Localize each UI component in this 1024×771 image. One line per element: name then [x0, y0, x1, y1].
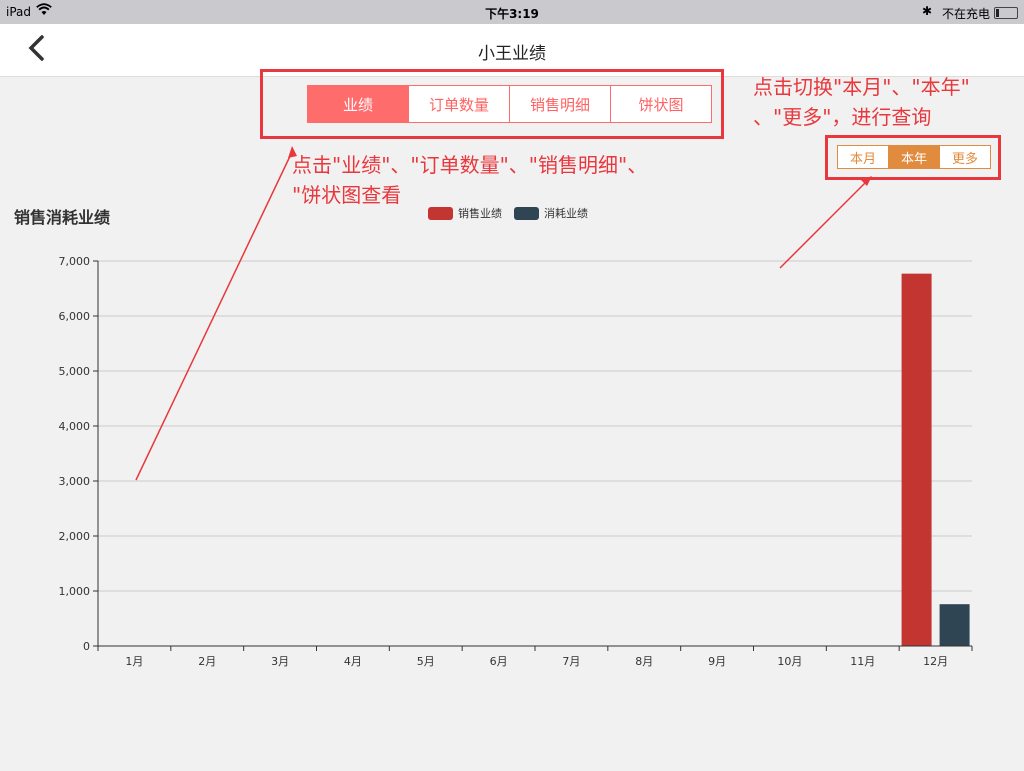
x-tick-label: 2月 [198, 655, 216, 668]
tab-this-month[interactable]: 本月 [837, 145, 889, 169]
y-tick-label: 1,000 [59, 585, 91, 598]
bar-sales-12 [901, 273, 932, 646]
tab-sales-detail[interactable]: 销售明细 [509, 85, 611, 123]
status-bar: iPad 下午3:19 ✱ 不在充电 [0, 0, 1024, 24]
x-tick-label: 6月 [490, 655, 508, 668]
tab-order-count[interactable]: 订单数量 [408, 85, 510, 123]
period-hint-line2: 、"更多"，进行查询 [753, 105, 932, 129]
tab-this-year[interactable]: 本年 [888, 145, 940, 169]
chart-legend: 销售业绩 消耗业绩 [428, 205, 600, 221]
status-time: 下午3:19 [485, 7, 539, 21]
tab-performance[interactable]: 业绩 [307, 85, 409, 123]
y-tick-label: 3,000 [59, 475, 91, 488]
annotation-arrow-tabs [135, 151, 293, 481]
x-tick-label: 11月 [850, 655, 875, 668]
x-tick-label: 3月 [271, 655, 289, 668]
x-tick-label: 7月 [562, 655, 580, 668]
view-tabs: 业绩 订单数量 销售明细 饼状图 [307, 85, 712, 123]
y-tick-label: 5,000 [59, 365, 91, 378]
legend-label-consumption: 消耗业绩 [544, 207, 588, 220]
battery-text: 不在充电 [941, 7, 990, 21]
x-tick-label: 1月 [125, 655, 143, 668]
y-tick-label: 0 [83, 640, 90, 653]
x-tick-label: 8月 [635, 655, 653, 668]
annotation-arrow-period [779, 179, 869, 269]
x-tick-label: 9月 [708, 655, 726, 668]
chart-title: 销售消耗业绩 [14, 208, 111, 227]
tabs-hint-line1: 点击"业绩"、"订单数量"、"销售明细"、 [292, 153, 648, 177]
tab-pie-chart[interactable]: 饼状图 [610, 85, 712, 123]
x-tick-label: 10月 [777, 655, 802, 668]
y-tick-label: 2,000 [59, 530, 91, 543]
legend-swatch-consumption [514, 206, 539, 220]
x-tick-label: 12月 [923, 655, 948, 668]
battery-icon [994, 7, 1018, 19]
period-tabs: 本月 本年 更多 [837, 145, 991, 169]
y-tick-label: 7,000 [59, 255, 91, 268]
bar-consumption-12 [939, 604, 970, 646]
y-tick-label: 6,000 [59, 310, 91, 323]
page-title: 小王业绩 [478, 44, 546, 64]
x-tick-label: 5月 [417, 655, 435, 668]
legend-item-sales[interactable]: 销售业绩 [428, 205, 502, 221]
legend-swatch-sales [428, 206, 453, 220]
bluetooth-icon: ✱ [921, 4, 932, 18]
tabs-hint-line2: "饼状图查看 [292, 183, 402, 207]
tab-more[interactable]: 更多 [939, 145, 991, 169]
legend-item-consumption[interactable]: 消耗业绩 [514, 205, 588, 221]
period-hint-line1: 点击切换"本月"、"本年" [753, 75, 970, 99]
x-tick-label: 4月 [344, 655, 362, 668]
y-tick-label: 4,000 [59, 420, 91, 433]
legend-label-sales: 销售业绩 [458, 207, 502, 220]
